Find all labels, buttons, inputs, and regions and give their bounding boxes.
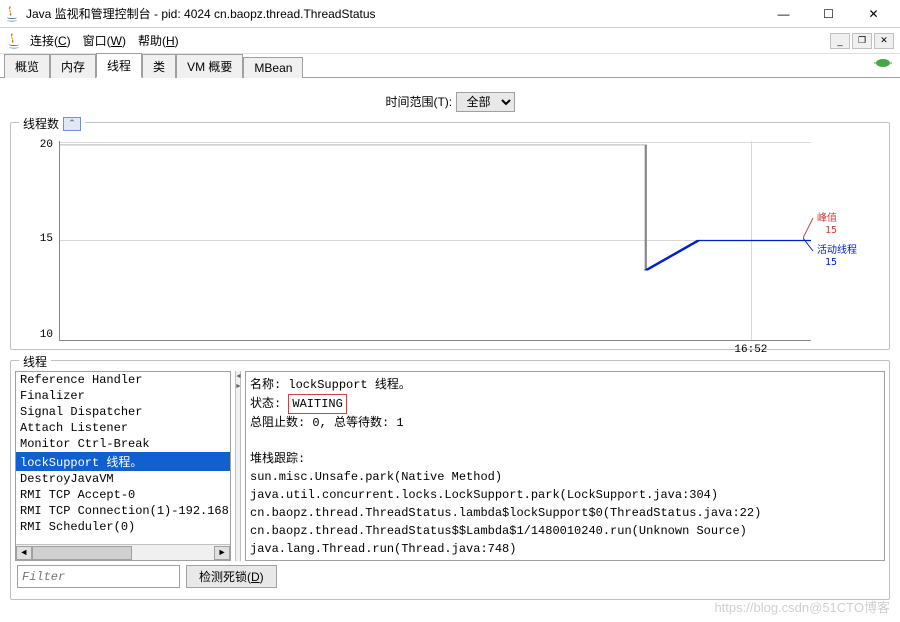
thread-list[interactable]: Reference HandlerFinalizerSignal Dispatc… [15, 371, 231, 561]
thread-list-item[interactable]: RMI TCP Connection(1)-192.168. [16, 503, 230, 519]
stack-trace-label: 堆栈跟踪: [250, 450, 880, 468]
splitter-handle[interactable] [235, 371, 241, 561]
threads-panel-title: 线程 [19, 353, 51, 370]
thread-list-item[interactable]: DestroyJavaVM [16, 471, 230, 487]
menu-help[interactable]: 帮助(H) [138, 32, 179, 49]
detail-thread-status: WAITING [288, 394, 346, 414]
detail-thread-name: lockSupport 线程。 [288, 378, 410, 392]
thread-list-item[interactable]: Reference Handler [16, 372, 230, 388]
thread-count-chart[interactable]: 10 15 20 16:52 峰值 15 活动线程 15 [19, 141, 881, 341]
stack-frame: cn.baopz.thread.ThreadStatus.lambda$lock… [250, 504, 880, 522]
internal-max-button[interactable]: ❐ [852, 33, 872, 49]
tab-mbean[interactable]: MBean [243, 57, 303, 78]
stack-frame: java.util.concurrent.locks.LockSupport.p… [250, 486, 880, 504]
scroll-left-icon[interactable]: ◄ [16, 546, 32, 560]
threads-panel: 线程 Reference HandlerFinalizerSignal Disp… [10, 360, 890, 600]
time-range-row: 时间范围(T): 全部 [8, 92, 892, 112]
x-tick: 16:52 [734, 344, 767, 356]
chart-title: 线程数 [23, 115, 59, 132]
tab-classes[interactable]: 类 [142, 54, 176, 78]
legend-peak-label: 峰值 [817, 209, 837, 224]
window-controls: — ☐ ✕ [761, 2, 896, 26]
legend-active-label: 活动线程 [817, 241, 857, 256]
thread-list-item[interactable]: RMI Scheduler(0) [16, 519, 230, 535]
y-tick: 15 [40, 233, 53, 245]
scroll-thumb[interactable] [32, 546, 132, 560]
connection-status-icon [874, 57, 892, 69]
minimize-button[interactable]: — [761, 2, 806, 26]
filter-input[interactable] [17, 565, 180, 588]
tab-threads[interactable]: 线程 [96, 53, 142, 78]
watermark: https://blog.csdn@51CTO博客 [714, 597, 890, 616]
time-range-select[interactable]: 全部 [456, 92, 515, 112]
menu-connect[interactable]: 连接(C) [30, 32, 71, 49]
internal-close-button[interactable]: ✕ [874, 33, 894, 49]
java-icon [6, 33, 22, 49]
stack-frame: java.lang.Thread.run(Thread.java:748) [250, 540, 880, 558]
legend-peak-value: 15 [825, 225, 837, 236]
stack-frame: cn.baopz.thread.ThreadStatus$$Lambda$1/1… [250, 522, 880, 540]
tab-vm[interactable]: VM 概要 [176, 54, 243, 78]
scroll-right-icon[interactable]: ► [214, 546, 230, 560]
window-title: Java 监视和管理控制台 - pid: 4024 cn.baopz.threa… [26, 5, 761, 22]
maximize-button[interactable]: ☐ [806, 2, 851, 26]
thread-list-item[interactable]: Monitor Ctrl-Break [16, 436, 230, 452]
tab-overview[interactable]: 概览 [4, 54, 50, 78]
time-range-label: 时间范围(T): [385, 95, 452, 109]
thread-list-item[interactable]: lockSupport 线程。 [16, 452, 230, 471]
java-icon [4, 6, 20, 22]
internal-min-button[interactable]: _ [830, 33, 850, 49]
y-tick: 20 [40, 139, 53, 151]
thread-detail: 名称: lockSupport 线程。 状态: WAITING 总阻止数: 0,… [245, 371, 885, 561]
thread-list-item[interactable]: Finalizer [16, 388, 230, 404]
menubar: 连接(C) 窗口(W) 帮助(H) _ ❐ ✕ [0, 28, 900, 54]
detect-deadlock-button[interactable]: 检测死锁(D) [186, 565, 277, 588]
legend-active-value: 15 [825, 257, 837, 268]
thread-list-item[interactable]: Signal Dispatcher [16, 404, 230, 420]
thread-list-scrollbar[interactable]: ◄ ► [16, 544, 230, 560]
thread-list-item[interactable]: RMI TCP Accept-0 [16, 487, 230, 503]
thread-count-chart-panel: 线程数 ⌃ 10 15 20 16:52 峰值 1 [10, 122, 890, 350]
thread-list-item[interactable]: Attach Listener [16, 420, 230, 436]
stack-frame: sun.misc.Unsafe.park(Native Method) [250, 468, 880, 486]
y-tick: 10 [40, 329, 53, 341]
menu-window[interactable]: 窗口(W) [83, 32, 126, 49]
tabbar: 概览 内存 线程 类 VM 概要 MBean [0, 54, 900, 78]
window-titlebar: Java 监视和管理控制台 - pid: 4024 cn.baopz.threa… [0, 0, 900, 28]
close-button[interactable]: ✕ [851, 2, 896, 26]
tab-memory[interactable]: 内存 [50, 54, 96, 78]
stack-trace: sun.misc.Unsafe.park(Native Method)java.… [250, 468, 880, 558]
chart-collapse-button[interactable]: ⌃ [63, 117, 81, 131]
